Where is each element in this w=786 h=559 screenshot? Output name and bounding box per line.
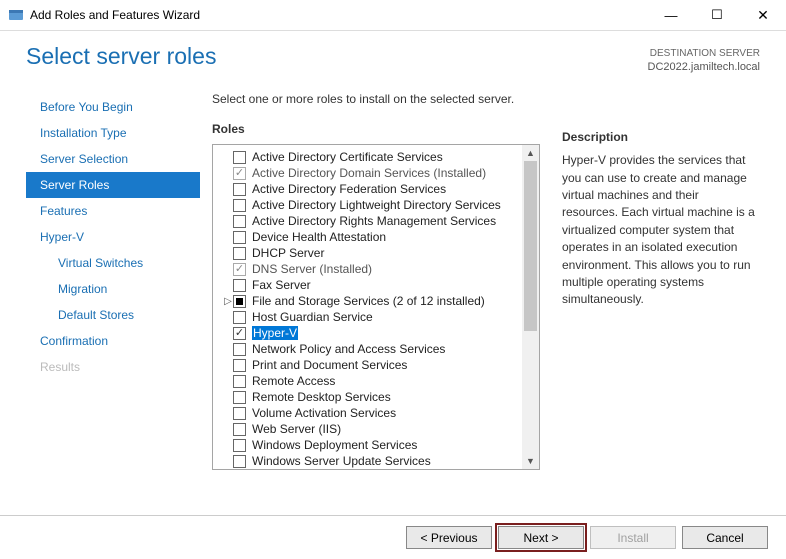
expand-icon[interactable]: ▷ [223,296,233,307]
install-button: Install [590,526,676,549]
destination-info: DESTINATION SERVER DC2022.jamiltech.loca… [648,43,761,74]
role-label[interactable]: DNS Server (Installed) [252,262,372,276]
checkbox[interactable] [233,263,246,276]
destination-server: DC2022.jamiltech.local [648,60,761,74]
role-label[interactable]: Volume Activation Services [252,406,396,420]
nav-item-default-stores[interactable]: Default Stores [26,302,200,328]
checkbox[interactable] [233,199,246,212]
role-label[interactable]: Active Directory Federation Services [252,182,446,196]
role-label[interactable]: Active Directory Domain Services (Instal… [252,166,486,180]
role-label[interactable]: Fax Server [252,278,311,292]
checkbox[interactable] [233,167,246,180]
checkbox[interactable] [233,231,246,244]
scroll-down-icon[interactable]: ▼ [522,453,539,469]
checkbox[interactable] [233,295,246,308]
role-label[interactable]: Active Directory Certificate Services [252,150,443,164]
role-label[interactable]: Network Policy and Access Services [252,342,445,356]
role-item[interactable]: Volume Activation Services [219,405,525,421]
role-item[interactable]: Active Directory Lightweight Directory S… [219,197,525,213]
roles-listbox[interactable]: Active Directory Certificate Services Act… [212,144,540,470]
nav-item-confirmation[interactable]: Confirmation [26,328,200,354]
titlebar: Add Roles and Features Wizard ― ☐ ✕ [0,0,786,30]
role-item[interactable]: Network Policy and Access Services [219,341,525,357]
role-label[interactable]: Device Health Attestation [252,230,386,244]
role-item[interactable]: Active Directory Federation Services [219,181,525,197]
checkbox[interactable] [233,439,246,452]
wizard-nav: Before You BeginInstallation TypeServer … [26,84,200,484]
checkbox[interactable] [233,183,246,196]
nav-item-installation-type[interactable]: Installation Type [26,120,200,146]
scroll-up-icon[interactable]: ▲ [522,145,539,161]
destination-label: DESTINATION SERVER [648,47,761,60]
role-label[interactable]: Remote Desktop Services [252,390,391,404]
checkbox[interactable] [233,343,246,356]
role-item[interactable]: Windows Server Update Services [219,453,525,469]
role-label[interactable]: Active Directory Rights Management Servi… [252,214,496,228]
role-item[interactable]: Fax Server [219,277,525,293]
nav-item-features[interactable]: Features [26,198,200,224]
window-controls: ― ☐ ✕ [648,0,786,30]
role-item[interactable]: DHCP Server [219,245,525,261]
role-item[interactable]: Windows Deployment Services [219,437,525,453]
scrollbar[interactable]: ▲ ▼ [522,145,539,469]
maximize-button[interactable]: ☐ [694,0,740,30]
role-item[interactable]: Active Directory Certificate Services [219,149,525,165]
next-button[interactable]: Next > [498,526,584,549]
role-item[interactable]: Print and Document Services [219,357,525,373]
role-label[interactable]: Remote Access [252,374,335,388]
checkbox[interactable] [233,215,246,228]
nav-item-migration[interactable]: Migration [26,276,200,302]
checkbox[interactable] [233,151,246,164]
checkbox[interactable] [233,375,246,388]
checkbox[interactable] [233,455,246,468]
window-title: Add Roles and Features Wizard [30,8,648,22]
app-icon [8,7,24,23]
previous-button[interactable]: < Previous [406,526,492,549]
scroll-thumb[interactable] [524,161,537,331]
role-item[interactable]: Hyper-V [219,325,525,341]
role-item[interactable]: Active Directory Rights Management Servi… [219,213,525,229]
role-label[interactable]: Hyper-V [252,326,298,340]
checkbox[interactable] [233,391,246,404]
role-label[interactable]: Host Guardian Service [252,310,373,324]
role-label[interactable]: Print and Document Services [252,358,407,372]
nav-item-virtual-switches[interactable]: Virtual Switches [26,250,200,276]
page-title: Select server roles [26,43,648,70]
role-label[interactable]: File and Storage Services (2 of 12 insta… [252,294,485,308]
checkbox[interactable] [233,359,246,372]
nav-item-before-you-begin[interactable]: Before You Begin [26,94,200,120]
footer-buttons: < Previous Next > Install Cancel [0,515,786,559]
checkbox[interactable] [233,423,246,436]
role-item[interactable]: Host Guardian Service [219,309,525,325]
nav-item-hyper-v[interactable]: Hyper-V [26,224,200,250]
nav-item-server-roles[interactable]: Server Roles [26,172,200,198]
description-label: Description [562,130,756,144]
checkbox[interactable] [233,327,246,340]
minimize-button[interactable]: ― [648,0,694,30]
checkbox[interactable] [233,311,246,324]
role-item[interactable]: Remote Access [219,373,525,389]
nav-item-results: Results [26,354,200,380]
role-item[interactable]: Web Server (IIS) [219,421,525,437]
role-label[interactable]: Windows Server Update Services [252,454,431,468]
role-item[interactable]: Remote Desktop Services [219,389,525,405]
checkbox[interactable] [233,407,246,420]
role-item[interactable]: DNS Server (Installed) [219,261,525,277]
nav-item-server-selection[interactable]: Server Selection [26,146,200,172]
checkbox[interactable] [233,247,246,260]
checkbox[interactable] [233,279,246,292]
role-label[interactable]: Web Server (IIS) [252,422,341,436]
role-label[interactable]: DHCP Server [252,246,324,260]
role-item[interactable]: Active Directory Domain Services (Instal… [219,165,525,181]
cancel-button[interactable]: Cancel [682,526,768,549]
role-item[interactable]: ▷ File and Storage Services (2 of 12 inst… [219,293,525,309]
instruction-text: Select one or more roles to install on t… [212,92,540,106]
role-item[interactable]: Device Health Attestation [219,229,525,245]
roles-label: Roles [212,122,540,136]
role-label[interactable]: Windows Deployment Services [252,438,417,452]
role-label[interactable]: Active Directory Lightweight Directory S… [252,198,501,212]
close-button[interactable]: ✕ [740,0,786,30]
description-text: Hyper-V provides the services that you c… [562,152,756,309]
